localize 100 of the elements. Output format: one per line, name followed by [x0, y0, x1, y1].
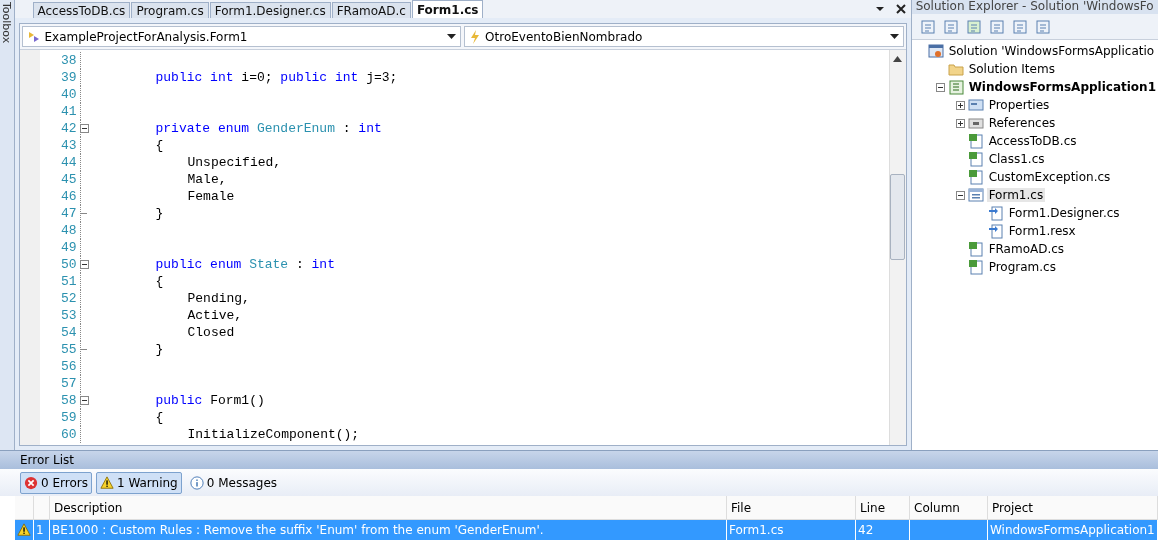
code-line: { — [155, 274, 164, 289]
code-line: public int i=0; public int j=3; — [155, 70, 398, 85]
column-header[interactable]: Line — [856, 496, 910, 520]
document-tab[interactable]: FRamoAD.c — [331, 2, 411, 18]
linked-file-icon — [987, 205, 1004, 221]
filter-button[interactable]: 0 Messages — [185, 471, 282, 494]
column-header[interactable]: Column — [910, 496, 988, 520]
code-line: Unspecified, — [187, 155, 282, 170]
tree-item[interactable]: Solution Items — [966, 62, 1057, 76]
line-number: 46 — [59, 189, 78, 204]
code-line: { — [155, 410, 164, 425]
warning-icon — [99, 475, 114, 490]
expand-icon[interactable] — [955, 118, 965, 128]
tree-item[interactable]: CustomException.cs — [986, 170, 1113, 184]
tree-item[interactable]: Class1.cs — [986, 152, 1047, 166]
caret-icon — [447, 34, 457, 39]
line-number: 38 — [59, 53, 78, 68]
line-number: 47 — [59, 206, 78, 221]
tree-item[interactable]: Form1.resx — [1006, 224, 1078, 238]
lightning-icon — [469, 29, 482, 44]
line-number: 56 — [59, 359, 78, 374]
tree-item[interactable]: FRamoAD.cs — [986, 242, 1067, 256]
line-number: 59 — [59, 410, 78, 425]
class-dropdown[interactable]: ExampleProjectForAnalysis.Form1 — [21, 26, 462, 47]
tree-item[interactable]: Solution 'WindowsFormsApplicatio — [946, 44, 1157, 58]
table-cell: 42 — [856, 520, 910, 540]
column-header[interactable]: Description — [50, 496, 727, 520]
code-line: InitializeComponent(); — [187, 427, 360, 442]
line-number: 57 — [59, 376, 78, 391]
line-number: 55 — [59, 342, 78, 357]
filter-button[interactable]: 1 Warning — [95, 471, 182, 494]
tree-item[interactable]: Properties — [986, 98, 1052, 112]
code-file-icon — [967, 133, 984, 149]
line-number: 48 — [59, 223, 78, 238]
code-file-icon — [967, 259, 984, 275]
member-dropdown[interactable]: OtroEventoBienNombrado — [464, 26, 904, 47]
line-number: 43 — [59, 138, 78, 153]
tree-item[interactable]: WindowsFormsApplication1 — [966, 80, 1158, 94]
line-number: 51 — [59, 274, 78, 289]
line-number: 60 — [59, 427, 78, 442]
table-cell: Form1.cs — [727, 520, 856, 540]
vertical-scrollbar[interactable] — [888, 50, 906, 445]
filter-button[interactable]: 0 Errors — [20, 471, 92, 494]
scroll-up-icon[interactable] — [893, 56, 903, 62]
line-number: 50 — [59, 257, 78, 272]
code-line: private enum GenderEnum : int — [155, 121, 382, 136]
code-file-icon — [967, 241, 984, 257]
tree-item[interactable]: Form1.cs — [986, 188, 1046, 202]
line-number: 49 — [59, 240, 78, 255]
class-icon — [26, 29, 41, 44]
folder-icon — [947, 61, 964, 77]
info-icon — [189, 475, 204, 490]
line-number: 52 — [59, 291, 78, 306]
table-cell: WindowsFormsApplication1 — [988, 520, 1158, 540]
close-icon[interactable] — [894, 3, 907, 15]
table-cell: BE1000 : Custom Rules : Remove the suffix 'Enum' from the enum 'GenderEnum'. — [50, 520, 727, 540]
toolbox-strip[interactable]: Toolbox — [0, 0, 15, 450]
toolbox-label[interactable]: Toolbox — [0, 2, 14, 44]
tree-item[interactable]: Form1.Designer.cs — [1006, 206, 1122, 220]
line-number: 41 — [59, 104, 78, 119]
references-icon — [967, 115, 984, 131]
document-tab[interactable]: AccessToDB.cs — [32, 2, 131, 18]
line-number: 42 — [59, 121, 78, 136]
collapse-icon[interactable] — [79, 396, 89, 405]
code-file-icon — [967, 169, 984, 185]
collapse-icon[interactable] — [935, 82, 945, 92]
line-number: 40 — [59, 87, 78, 102]
column-header[interactable]: Project — [988, 496, 1158, 520]
line-number: 45 — [59, 172, 78, 187]
linked-file-icon — [987, 223, 1004, 239]
code-line: Active, — [187, 308, 243, 323]
code-line: } — [155, 342, 164, 357]
tree-item[interactable]: References — [986, 116, 1058, 130]
table-cell: 1 — [34, 520, 50, 540]
collapse-icon[interactable] — [79, 260, 89, 269]
code-line: Female — [187, 189, 235, 204]
tree-item[interactable]: Program.cs — [986, 260, 1058, 274]
code-line: public Form1() — [155, 393, 265, 408]
line-number: 58 — [59, 393, 78, 408]
caret-icon — [889, 34, 899, 39]
scroll-thumb[interactable] — [890, 174, 906, 260]
document-tab[interactable]: Form1.cs — [411, 0, 484, 18]
solution-icon — [927, 43, 944, 59]
tree-item[interactable]: AccessToDB.cs — [986, 134, 1079, 148]
document-tab[interactable]: Form1.Designer.cs — [209, 2, 331, 18]
collapse-icon[interactable] — [955, 190, 965, 200]
code-line: Closed — [187, 325, 235, 340]
code-line: { — [155, 138, 164, 153]
document-tab[interactable]: Program.cs — [131, 2, 209, 18]
code-file-icon — [967, 151, 984, 167]
expand-icon[interactable] — [955, 100, 965, 110]
project-icon — [947, 79, 964, 95]
column-header[interactable]: File — [727, 496, 856, 520]
line-number: 44 — [59, 155, 78, 170]
form-file-icon — [967, 187, 984, 203]
collapse-icon[interactable] — [79, 124, 89, 133]
line-number: 54 — [59, 325, 78, 340]
line-number: 53 — [59, 308, 78, 323]
code-line: } — [155, 206, 164, 221]
line-number: 39 — [59, 70, 78, 85]
